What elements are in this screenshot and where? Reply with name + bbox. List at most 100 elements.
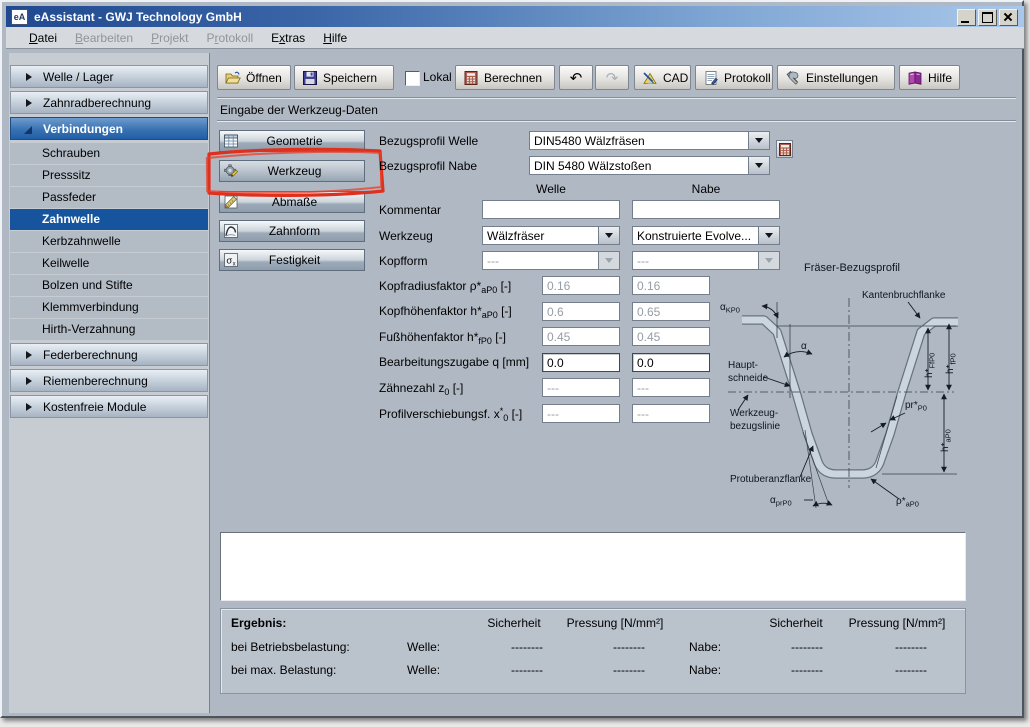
sidebar-item-welle-lager[interactable]: Welle / Lager <box>10 65 208 88</box>
diagram-label-protuberanzflanke: Protuberanzflanke <box>730 474 812 485</box>
app-icon: eA <box>11 9 28 25</box>
werkzeug-button[interactable]: Werkzeug <box>219 160 365 182</box>
kopfhoehenfaktor-nabe-field: 0.65 <box>632 302 710 321</box>
sidebar-item-klemmverbindung[interactable]: Klemmverbindung <box>10 297 208 318</box>
collapsed-arrow-icon <box>26 403 32 411</box>
profilverschiebungsfaktor-welle-field: --- <box>542 404 620 423</box>
diagram-label-werkzeugbezugslinie-2: bezugslinie <box>730 421 780 432</box>
close-button[interactable] <box>999 9 1018 26</box>
calculator-icon <box>779 143 791 156</box>
sidebar-item-bolzen-und-stifte[interactable]: Bolzen und Stifte <box>10 275 208 296</box>
settings-tools-icon <box>785 70 801 86</box>
collapsed-arrow-icon <box>26 377 32 385</box>
results-value: -------- <box>881 663 941 677</box>
diagram-label-rho-ap0: ρ*aP0 <box>896 496 919 509</box>
sidebar-item-kerbzahnwelle[interactable]: Kerbzahnwelle <box>10 231 208 252</box>
fusshoehenfaktor-label: Fußhöhenfaktor h*fP0 [-] <box>379 330 506 346</box>
chevron-down-icon[interactable] <box>758 227 779 244</box>
sidebar-navigation: Welle / Lager Zahnradberechnung Verbindu… <box>9 53 210 713</box>
title-bar[interactable]: eA eAssistant - GWJ Technology GmbH <box>6 6 1024 27</box>
zahnform-button[interactable]: Zahnform <box>219 220 365 242</box>
menu-hilfe[interactable]: Hilfe <box>314 28 356 48</box>
chevron-down-icon[interactable] <box>748 132 769 149</box>
svg-text:σ: σ <box>226 255 232 266</box>
sidebar-item-schrauben[interactable]: Schrauben <box>10 143 208 164</box>
save-floppy-icon <box>302 70 318 86</box>
protocol-document-icon <box>703 70 719 86</box>
kommentar-welle-input[interactable] <box>482 200 620 219</box>
menu-extras[interactable]: Extras <box>262 28 314 48</box>
sidebar-item-keilwelle[interactable]: Keilwelle <box>10 253 208 274</box>
hilfe-button[interactable]: Hilfe <box>899 65 960 90</box>
menu-projekt: Projekt <box>142 28 197 48</box>
lokal-checkbox[interactable] <box>405 71 420 86</box>
bezugsprofil-welle-select[interactable]: DIN5480 Wälzfräsen <box>529 131 770 150</box>
diagram-label-alpha-prp0: αprP0 <box>770 495 792 508</box>
cad-button[interactable]: CAD <box>634 65 691 90</box>
results-value: -------- <box>881 640 941 654</box>
section-title-underline <box>217 120 1016 122</box>
kopfform-welle-select: --- <box>482 251 620 270</box>
results-value: -------- <box>497 663 557 677</box>
sidebar-item-kostenfreie-module[interactable]: Kostenfreie Module <box>10 395 208 418</box>
chevron-down-icon[interactable] <box>598 227 619 244</box>
bearbeitungszugabe-welle-input[interactable] <box>542 353 620 372</box>
geometrie-button[interactable]: Geometrie <box>219 130 365 152</box>
collapsed-arrow-icon <box>26 99 32 107</box>
results-value: -------- <box>599 663 659 677</box>
menu-bearbeiten: Bearbeiten <box>66 28 142 48</box>
column-header-welle: Welle <box>482 182 620 196</box>
message-area[interactable] <box>220 532 966 601</box>
chevron-down-icon[interactable] <box>748 157 769 174</box>
kommentar-nabe-input[interactable] <box>632 200 780 219</box>
bezugsprofil-nabe-label: Bezugsprofil Nabe <box>379 159 477 173</box>
werkzeug-welle-select[interactable]: Wälzfräser <box>482 226 620 245</box>
abmasse-button[interactable]: Abmaße <box>219 191 365 213</box>
svg-text:x: x <box>233 261 236 267</box>
diagram-label-h-fp0: h*fP0 <box>945 353 958 374</box>
profile-calculator-button[interactable] <box>776 140 793 158</box>
festigkeit-button[interactable]: σx Festigkeit <box>219 249 365 271</box>
undo-button[interactable]: ↶ <box>559 65 593 90</box>
profile-band-edge <box>742 320 958 474</box>
sidebar-item-passfeder[interactable]: Passfeder <box>10 187 208 208</box>
application-window: eA eAssistant - GWJ Technology GmbH Date… <box>0 0 1024 718</box>
minimize-button[interactable] <box>957 9 976 26</box>
screenshot-stage: eA eAssistant - GWJ Technology GmbH Date… <box>0 0 1030 727</box>
results-nabe-label: Nabe: <box>689 640 721 654</box>
profilverschiebungsfaktor-nabe-field: --- <box>632 404 710 423</box>
geometrie-grid-icon <box>223 133 239 149</box>
redo-icon: ↷ <box>606 69 619 87</box>
bearbeitungszugabe-label: Bearbeitungszugabe q [mm] <box>379 355 529 369</box>
save-button[interactable]: Speichern <box>294 65 394 90</box>
results-welle-label: Welle: <box>407 640 440 654</box>
werkzeug-label: Werkzeug <box>379 229 433 243</box>
menu-datei[interactable]: Datei <box>20 28 66 48</box>
protokoll-button[interactable]: Protokoll <box>695 65 773 90</box>
zaehnezahl-label: Zähnezahl z0 [-] <box>379 381 463 397</box>
berechnen-button[interactable]: Berechnen <box>455 65 555 90</box>
maximize-button[interactable] <box>978 9 997 26</box>
bearbeitungszugabe-nabe-input[interactable] <box>632 353 710 372</box>
werkzeug-nabe-select[interactable]: Konstruierte Evolve... <box>632 226 780 245</box>
fraeser-bezugsprofil-diagram: Fräser-Bezugsprofil <box>700 258 972 514</box>
bezugsprofil-nabe-select[interactable]: DIN 5480 Wälzstoßen <box>529 156 770 175</box>
zaehnezahl-nabe-field: --- <box>632 378 710 397</box>
sidebar-item-zahnradberechnung[interactable]: Zahnradberechnung <box>10 91 208 114</box>
menu-bar: Datei Bearbeiten Projekt Protokoll Extra… <box>6 27 1024 49</box>
lokal-checkbox-label: Lokal <box>423 70 452 84</box>
open-button[interactable]: Öffnen <box>217 65 291 90</box>
results-header-sicherheit-nabe: Sicherheit <box>756 616 836 630</box>
sidebar-item-verbindungen[interactable]: Verbindungen <box>10 117 208 140</box>
section-title: Eingabe der Werkzeug-Daten <box>220 103 378 117</box>
column-header-nabe: Nabe <box>632 182 780 196</box>
fusshoehenfaktor-nabe-field: 0.45 <box>632 327 710 346</box>
results-panel: Ergebnis: Sicherheit Pressung [N/mm²] Si… <box>220 608 966 694</box>
results-row-label: bei Betriebsbelastung: <box>231 640 350 654</box>
sidebar-item-zahnwelle[interactable]: Zahnwelle <box>10 209 208 230</box>
sidebar-item-hirth-verzahnung[interactable]: Hirth-Verzahnung <box>10 319 208 340</box>
einstellungen-button[interactable]: Einstellungen <box>777 65 895 90</box>
sidebar-item-riemenberechnung[interactable]: Riemenberechnung <box>10 369 208 392</box>
sidebar-item-federberechnung[interactable]: Federberechnung <box>10 343 208 366</box>
sidebar-item-presssitz[interactable]: Presssitz <box>10 165 208 186</box>
